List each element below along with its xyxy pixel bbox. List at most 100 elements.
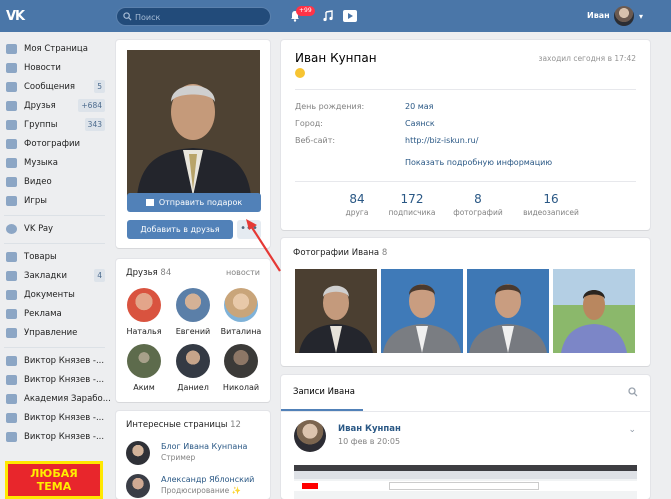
menu-item-ads[interactable]: Реклама [4, 305, 108, 324]
search-icon[interactable] [628, 387, 638, 397]
vkpay-icon [6, 224, 17, 234]
friend-item[interactable]: Даниел [170, 344, 216, 392]
city-link[interactable]: Саянск [405, 119, 435, 128]
photo-thumbnail[interactable] [553, 269, 635, 353]
photo-thumbnail[interactable] [381, 269, 463, 353]
menu-item-my-page[interactable]: Моя Страница [4, 40, 108, 59]
interesting-pages-title[interactable]: Интересные страницы 12 [126, 420, 241, 430]
notifications-badge: +99 [296, 6, 315, 16]
photo-thumbnail[interactable] [467, 269, 549, 353]
menu-item-goods[interactable]: Товары [4, 248, 108, 267]
birthday-link[interactable]: 20 мая [405, 102, 433, 111]
post-screenshot-image[interactable] [294, 465, 637, 499]
menu-item-vkpay[interactable]: VK Pay [4, 220, 108, 239]
menu-item-games[interactable]: Игры [4, 192, 108, 211]
ad-text-line2: ТЕМА [36, 480, 72, 493]
stat-followers[interactable]: 172 подписчика [382, 192, 442, 217]
vk-logo[interactable]: VK [6, 9, 32, 24]
ad-banner[interactable]: ЛЮБАЯ ТЕМА [5, 461, 103, 499]
news-icon [6, 63, 17, 73]
friend-avatar [176, 344, 210, 378]
groups-count: 343 [84, 118, 105, 131]
search-input[interactable] [135, 10, 265, 24]
search-icon [123, 12, 132, 21]
menu-divider [4, 243, 105, 244]
top-avatar[interactable] [614, 6, 634, 26]
star-icon [6, 271, 17, 281]
friends-card: Друзья 84 новости Наталья Евгений Витали… [116, 259, 270, 402]
groups-icon [6, 120, 17, 130]
community-icon [6, 394, 17, 404]
menu-item-documents[interactable]: Документы [4, 286, 108, 305]
post-author-avatar[interactable] [294, 420, 326, 452]
friend-avatar [127, 344, 161, 378]
menu-item-messages[interactable]: Сообщения 5 [4, 78, 108, 97]
last-seen-status: заходил сегодня в 17:42 [538, 54, 636, 63]
divider [295, 89, 636, 90]
friend-item[interactable]: Виталина [218, 288, 264, 336]
friend-avatar [224, 288, 258, 322]
post-date[interactable]: 10 фев в 20:05 [338, 437, 400, 446]
chevron-down-icon[interactable]: ⌄ [628, 425, 636, 435]
friend-item[interactable]: Наталья [121, 288, 167, 336]
stat-photos[interactable]: 8 фотографий [448, 192, 508, 217]
menu-item-video[interactable]: Видео [4, 173, 108, 192]
community-icon [6, 413, 17, 423]
video-play-icon[interactable] [343, 10, 357, 22]
menu-item-photos[interactable]: Фотографии [4, 135, 108, 154]
tab-wall-posts[interactable]: Записи Ивана [293, 387, 355, 397]
friend-item[interactable]: Николай [218, 344, 264, 392]
top-user-name[interactable]: Иван [587, 11, 610, 20]
messages-count: 5 [94, 80, 105, 93]
photo-thumbnail[interactable] [295, 269, 377, 353]
menu-item-management[interactable]: Управление [4, 324, 108, 343]
profile-avatar[interactable] [127, 50, 260, 196]
outdoor-photo-image [553, 269, 635, 353]
shopping-bag-icon [6, 252, 17, 262]
management-icon [6, 328, 17, 338]
chevron-down-icon[interactable]: ▾ [639, 12, 643, 21]
friends-title[interactable]: Друзья 84 [126, 268, 171, 278]
send-gift-button[interactable]: Отправить подарок [127, 193, 261, 212]
friend-avatar [176, 288, 210, 322]
menu-item-community[interactable]: Виктор Князев -... [4, 352, 108, 371]
friend-avatar [127, 288, 161, 322]
stat-videos[interactable]: 16 видеозаписей [521, 192, 581, 217]
community-icon [6, 375, 17, 385]
interesting-pages-card: Интересные страницы 12 Блог Ивана Кунпан… [116, 411, 270, 499]
gamepad-icon [6, 196, 17, 206]
page-avatar [126, 441, 150, 465]
menu-item-community[interactable]: Академия Зарабо... [4, 390, 111, 409]
stat-friends[interactable]: 84 друга [327, 192, 387, 217]
page-avatar [126, 474, 150, 498]
menu-item-bookmarks[interactable]: Закладки 4 [4, 267, 108, 286]
music-icon[interactable] [322, 10, 334, 22]
website-link[interactable]: http://biz-iskun.ru/ [405, 136, 478, 145]
menu-item-friends[interactable]: Друзья +684 [4, 97, 108, 116]
ad-text-line1: ЛЮБАЯ [30, 467, 78, 480]
friend-item[interactable]: Евгений [170, 288, 216, 336]
friend-item[interactable]: Аким [121, 344, 167, 392]
menu-item-community[interactable]: Виктор Князев -... [4, 371, 108, 390]
menu-item-groups[interactable]: Группы 343 [4, 116, 108, 135]
megaphone-icon [6, 309, 17, 319]
divider [281, 411, 650, 412]
show-more-info-link[interactable]: Показать подробную информацию [405, 158, 552, 167]
music-note-icon [6, 158, 17, 168]
gift-icon [145, 199, 154, 206]
friends-count: +684 [78, 99, 105, 112]
browser-tabbar [294, 471, 637, 479]
post-author-name[interactable]: Иван Кунпан [338, 424, 401, 434]
youtube-logo-icon [302, 483, 318, 489]
home-icon [6, 44, 17, 54]
community-icon [6, 432, 17, 442]
menu-item-news[interactable]: Новости [4, 59, 108, 78]
menu-item-community[interactable]: Виктор Князев -... [4, 428, 108, 447]
portrait-image [467, 269, 549, 353]
search-box[interactable] [116, 7, 271, 26]
menu-item-community[interactable]: Виктор Князев -... [4, 409, 108, 428]
photos-title[interactable]: Фотографии Ивана 8 [293, 248, 387, 258]
add-friend-button[interactable]: Добавить в друзья [127, 220, 233, 239]
friend-avatar [224, 344, 258, 378]
menu-item-music[interactable]: Музыка [4, 154, 108, 173]
